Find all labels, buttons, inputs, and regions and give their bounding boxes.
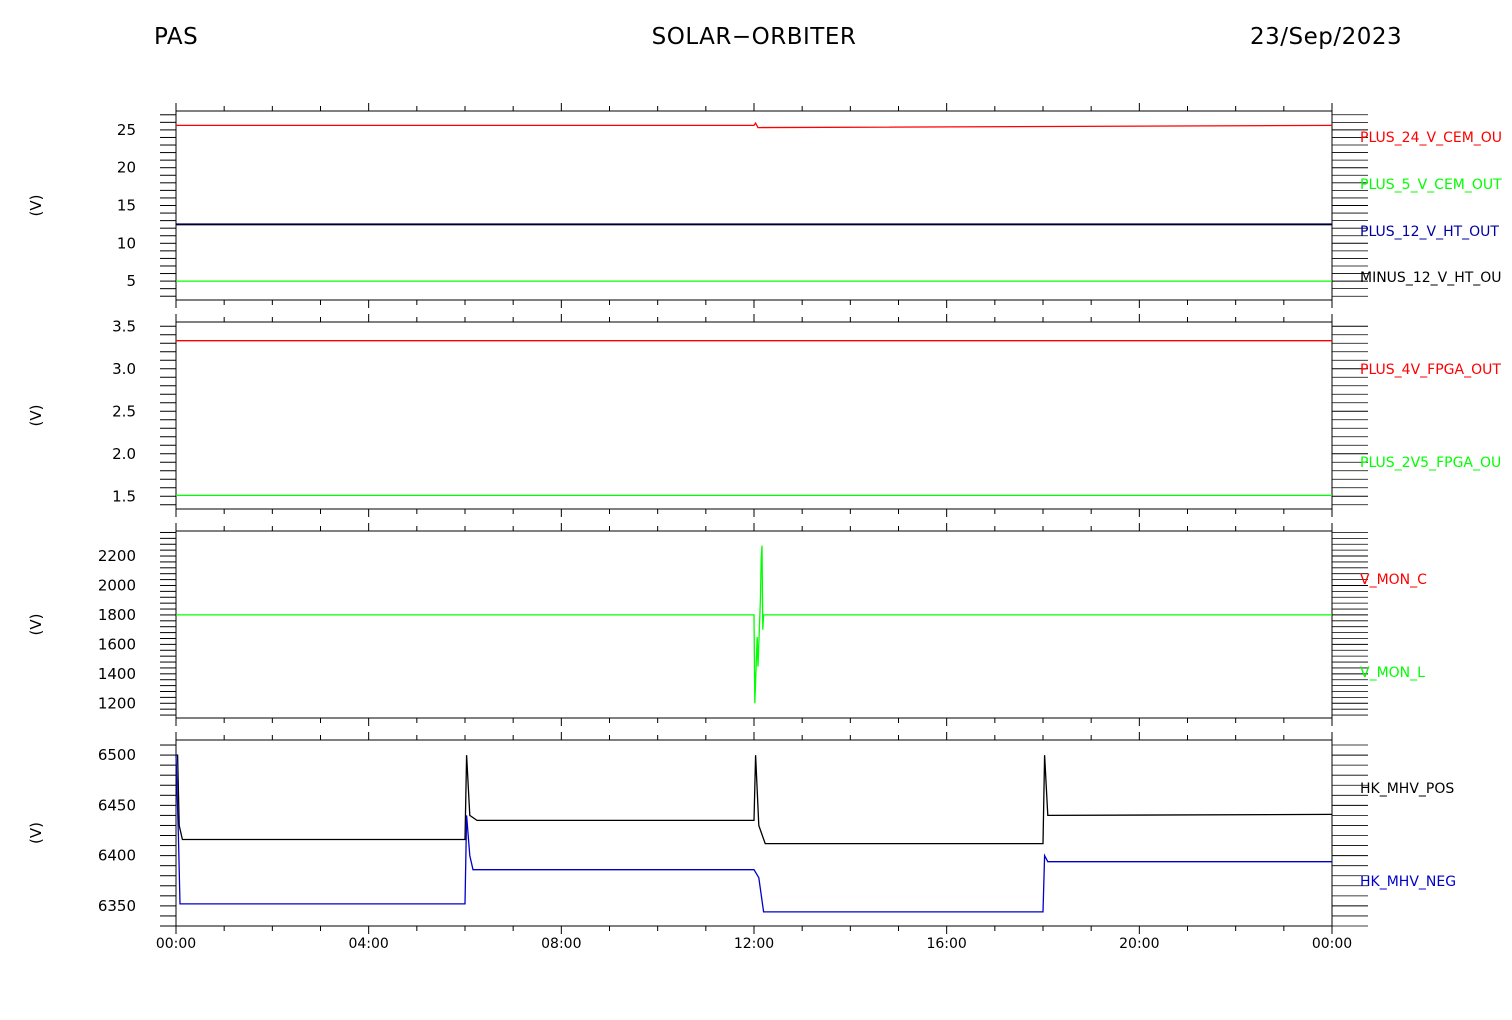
series-line-hk-mhv-pos bbox=[176, 754, 1333, 845]
legend-label: HK_MHV_POS bbox=[1360, 781, 1454, 797]
y-tick-label: 1600 bbox=[98, 635, 136, 653]
y-tick-label: 6500 bbox=[98, 746, 136, 764]
y-tick-label: 1400 bbox=[98, 665, 136, 683]
x-tick-label: 20:00 bbox=[1119, 936, 1159, 952]
chart-area: 5 10 15 20 25 (V) PLUS_24_V_CEM_OU PLUS_5_V_CEM… bbox=[27, 103, 1502, 952]
x-tick-label: 00:00 bbox=[1312, 936, 1352, 952]
y-tick-label: 10 bbox=[117, 234, 136, 252]
y-tick-label: 3.5 bbox=[112, 317, 136, 335]
x-tick-label: 08:00 bbox=[541, 936, 581, 952]
x-tick-label: 12:00 bbox=[734, 936, 774, 952]
panel-4-frame bbox=[175, 739, 1333, 927]
x-tick-label: 00:00 bbox=[156, 936, 196, 952]
series-line-hk-mhv-neg bbox=[175, 755, 1332, 913]
panel-2-frame bbox=[175, 321, 1333, 510]
x-tick-label: 16:00 bbox=[926, 936, 966, 952]
y-axis-label: (V) bbox=[27, 405, 45, 427]
panel-1-frame bbox=[175, 110, 1333, 301]
legend-label: PLUS_12_V_HT_OUT bbox=[1360, 224, 1499, 240]
y-tick-label: 2.0 bbox=[112, 445, 136, 463]
y-tick-label: 25 bbox=[117, 121, 136, 139]
y-tick-label: 1200 bbox=[98, 694, 136, 712]
y-axis-label: (V) bbox=[27, 822, 45, 844]
legend-label: MINUS_12_V_HT_OU bbox=[1360, 270, 1502, 286]
y-tick-label: 15 bbox=[117, 197, 136, 215]
y-tick-label: 6400 bbox=[98, 847, 136, 865]
y-axis-label: (V) bbox=[27, 614, 45, 636]
y-tick-label: 3.0 bbox=[112, 360, 136, 378]
series-line-plus-24-v-cem-ou bbox=[176, 121, 1333, 129]
legend-label: PLUS_4V_FPGA_OUT bbox=[1360, 362, 1501, 378]
y-tick-label: 2.5 bbox=[112, 402, 136, 420]
legend-label: V_MON_C bbox=[1360, 572, 1427, 588]
y-tick-label: 2000 bbox=[98, 576, 136, 594]
legend-label: PLUS_5_V_CEM_OUT bbox=[1360, 177, 1502, 193]
legend-label: PLUS_24_V_CEM_OU bbox=[1360, 130, 1502, 146]
legend-label: PLUS_2V5_FPGA_OU bbox=[1360, 455, 1501, 471]
y-tick-label: 20 bbox=[117, 159, 136, 177]
legend-label: HK_MHV_NEG bbox=[1360, 874, 1456, 890]
y-tick-label: 5 bbox=[126, 272, 136, 290]
y-tick-label: 1.5 bbox=[112, 487, 136, 505]
y-tick-label: 6350 bbox=[98, 897, 136, 915]
legend-label: V_MON_L bbox=[1360, 665, 1425, 681]
y-tick-label: 6450 bbox=[98, 796, 136, 814]
series-line-v-mon-l bbox=[176, 545, 1332, 704]
y-tick-label: 1800 bbox=[98, 606, 136, 624]
y-tick-label: 2200 bbox=[98, 547, 136, 565]
x-tick-label: 04:00 bbox=[348, 936, 388, 952]
y-axis-label: (V) bbox=[27, 195, 45, 217]
